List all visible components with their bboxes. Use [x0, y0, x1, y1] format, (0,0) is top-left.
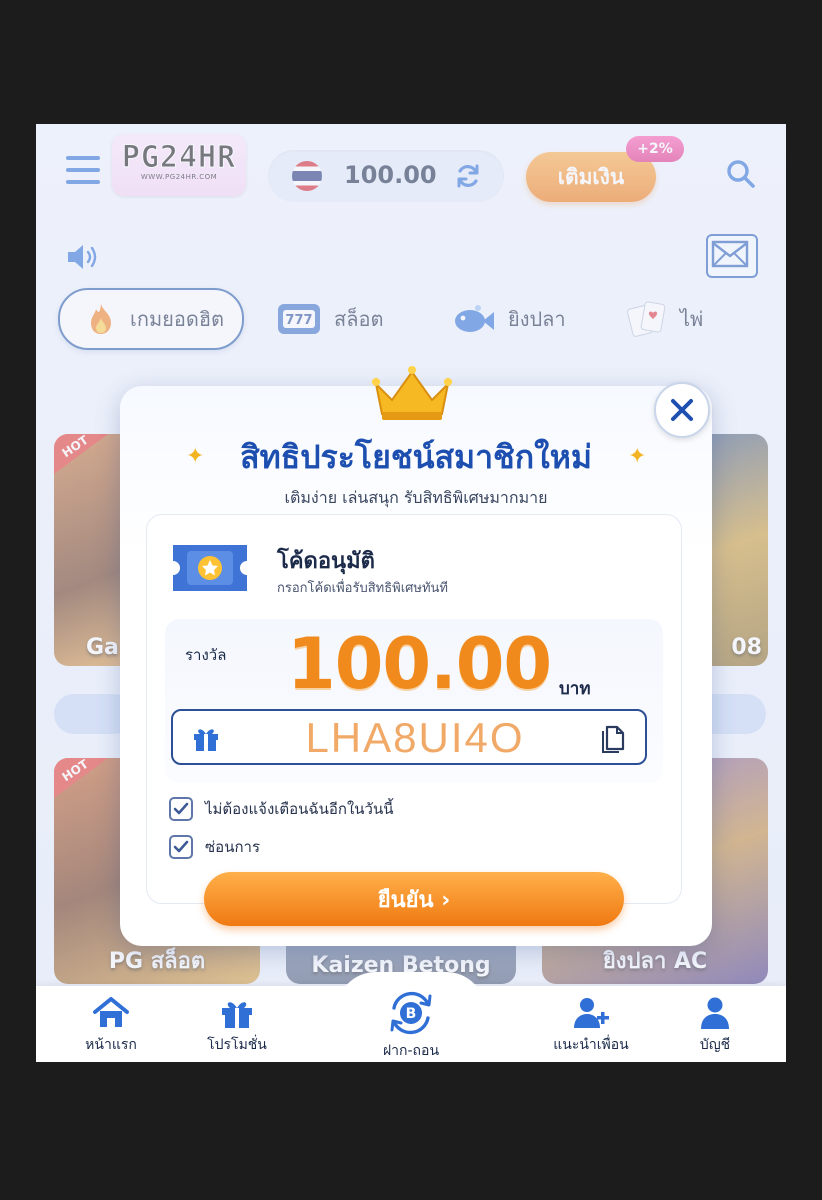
promo-code-card: โค้ดอนุมัติ กรอกโค้ดเพื่อรับสิทธิพิเศษทั…	[146, 514, 682, 904]
checkbox-checked-icon	[169, 835, 193, 859]
code-subtitle: กรอกโค้ดเพื่อรับสิทธิพิเศษทันที	[277, 581, 449, 596]
bitcoin-exchange-icon: B	[390, 991, 432, 1035]
copy-icon[interactable]	[601, 723, 627, 753]
confirm-button[interactable]: ยืนยัน ›	[204, 872, 624, 926]
close-button[interactable]	[654, 382, 710, 438]
reward-label: รางวัล	[185, 646, 227, 664]
dont-remind-checkbox[interactable]: ไม่ต้องแจ้งเตือนฉันอีกในวันนี้	[169, 795, 394, 823]
gift-icon	[194, 729, 218, 751]
modal-title: สิทธิประโยชน์สมาชิกใหม่	[240, 438, 592, 476]
app-screen: PG24HR WWW.PG24HR.COM 100.00 เติมเงิน +2…	[36, 124, 786, 1062]
promo-code-field[interactable]	[171, 709, 647, 765]
user-icon	[701, 997, 729, 1029]
nav-refer-friend[interactable]: แนะนำเพื่อน	[536, 996, 646, 1056]
checkbox-checked-icon	[169, 797, 193, 821]
ticket-icon	[173, 545, 247, 591]
close-icon	[671, 399, 693, 421]
add-friend-icon	[574, 998, 609, 1028]
svg-text:B: B	[406, 1006, 417, 1022]
home-icon	[93, 997, 129, 1027]
promo-code-input[interactable]	[263, 711, 567, 765]
crown-icon	[372, 366, 452, 420]
nav-label: หน้าแรก	[85, 1037, 137, 1053]
bottom-nav: หน้าแรก โปรโมชั่น B ฝาก-ถอน แนะนำเพื่อน …	[36, 972, 786, 1062]
new-member-modal: ✦ ✦ สิทธิประโยชน์สมาชิกใหม่ เติมง่าย เล่…	[120, 366, 712, 946]
nav-label: ฝาก-ถอน	[382, 1043, 440, 1059]
nav-label: บัญชี	[699, 1037, 731, 1053]
code-title: โค้ดอนุมัติ	[277, 549, 375, 574]
checkbox-label: ซ่อนการ	[205, 838, 261, 856]
nav-deposit-withdraw[interactable]: B ฝาก-ถอน	[336, 972, 486, 1062]
reward-box: รางวัล 100.00 บาท	[165, 619, 663, 783]
nav-home[interactable]: หน้าแรก	[56, 996, 166, 1056]
checkbox-label: ไม่ต้องแจ้งเตือนฉันอีกในวันนี้	[205, 800, 394, 818]
gift-icon	[222, 1002, 252, 1028]
reward-unit: บาท	[559, 679, 591, 699]
modal-subtitle: เติมง่าย เล่นสนุก รับสิทธิพิเศษมากมาย	[284, 488, 548, 507]
nav-account[interactable]: บัญชี	[660, 996, 770, 1056]
nav-label: โปรโมชั่น	[207, 1037, 267, 1053]
reward-amount: 100.00	[287, 623, 552, 705]
nav-promotion[interactable]: โปรโมชั่น	[182, 996, 292, 1056]
hide-checkbox[interactable]: ซ่อนการ	[169, 833, 260, 861]
nav-label: แนะนำเพื่อน	[553, 1037, 629, 1053]
